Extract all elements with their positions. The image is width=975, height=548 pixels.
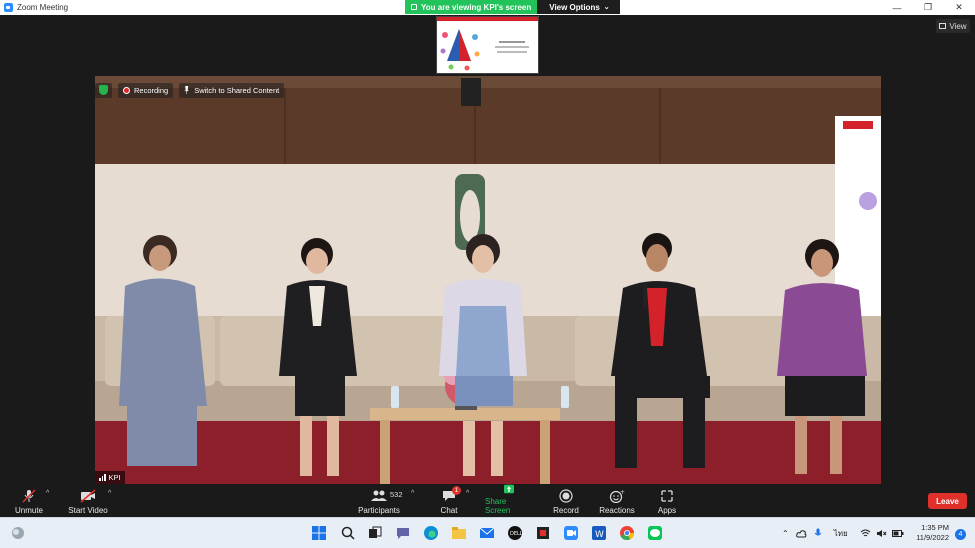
start-menu-icon[interactable] bbox=[311, 525, 327, 541]
video-frame bbox=[95, 76, 881, 484]
notification-badge[interactable]: 4 bbox=[955, 529, 966, 540]
share-screen-button[interactable]: Share Screen bbox=[485, 484, 533, 517]
apps-icon bbox=[661, 490, 673, 502]
reactions-label: Reactions bbox=[599, 506, 635, 515]
participant-name: KPI bbox=[108, 473, 121, 482]
maximize-button[interactable]: ❐ bbox=[913, 0, 943, 15]
audio-options-caret[interactable]: ^ bbox=[46, 490, 49, 497]
widgets-icon[interactable] bbox=[11, 526, 25, 540]
unmute-button[interactable]: Unmute bbox=[14, 484, 44, 517]
view-layout-button[interactable]: View bbox=[936, 19, 970, 33]
clock-time: 1:35 PM bbox=[921, 523, 949, 532]
battery-icon[interactable] bbox=[891, 529, 904, 538]
participants-icon bbox=[371, 490, 387, 501]
screen-share-icon bbox=[411, 4, 417, 10]
volume-icon[interactable] bbox=[876, 529, 887, 538]
clock-date: 11/9/2022 bbox=[916, 533, 949, 542]
start-video-label: Start Video bbox=[68, 506, 108, 515]
word-icon[interactable]: W bbox=[591, 525, 607, 541]
window-title: Zoom Meeting bbox=[17, 3, 69, 12]
chat-options-caret[interactable]: ^ bbox=[466, 490, 469, 497]
video-options-caret[interactable]: ^ bbox=[108, 490, 111, 497]
leave-button[interactable]: Leave bbox=[928, 493, 967, 509]
svg-text:DELL: DELL bbox=[510, 531, 523, 537]
chevron-up-icon[interactable]: ⌃ bbox=[782, 529, 789, 538]
zoom-window: Zoom Meeting — ❐ ✕ You are viewing KPI's… bbox=[0, 0, 975, 548]
line-app-icon[interactable] bbox=[647, 525, 663, 541]
microphone-muted-icon bbox=[22, 489, 36, 503]
record-icon bbox=[559, 489, 573, 503]
svg-text:W: W bbox=[595, 530, 604, 540]
thumbnail-content bbox=[440, 29, 529, 71]
file-explorer-icon[interactable] bbox=[451, 525, 467, 541]
unmute-label: Unmute bbox=[14, 506, 43, 515]
chat-label: Chat bbox=[440, 506, 458, 515]
reactions-icon: + bbox=[609, 489, 625, 503]
shared-screen-thumbnail[interactable] bbox=[436, 16, 539, 74]
pin-icon bbox=[184, 86, 190, 94]
viewing-status-text: You are viewing KPI's screen bbox=[421, 2, 532, 12]
apps-label: Apps bbox=[657, 506, 677, 515]
participants-button[interactable]: Participants bbox=[358, 484, 400, 517]
switch-to-shared-content-button[interactable]: Switch to Shared Content bbox=[179, 82, 285, 98]
participants-options-caret[interactable]: ^ bbox=[411, 490, 414, 497]
teams-chat-icon[interactable] bbox=[395, 525, 411, 541]
view-label: View bbox=[949, 21, 967, 31]
share-screen-label: Share Screen bbox=[485, 497, 511, 515]
participants-count: 532 bbox=[390, 490, 403, 499]
signal-bars-icon bbox=[99, 474, 106, 481]
minimize-button[interactable]: — bbox=[882, 0, 912, 15]
mail-icon[interactable] bbox=[479, 525, 495, 541]
shield-icon bbox=[99, 85, 108, 95]
close-button[interactable]: ✕ bbox=[944, 0, 974, 15]
share-screen-icon bbox=[504, 484, 514, 494]
zoom-taskbar-icon[interactable] bbox=[563, 525, 579, 541]
edge-browser-icon[interactable] bbox=[423, 525, 439, 541]
reactions-button[interactable]: + Reactions bbox=[598, 484, 636, 517]
grid-view-icon bbox=[939, 23, 947, 29]
share-banner: You are viewing KPI's screen View Option… bbox=[405, 0, 620, 14]
video-off-icon bbox=[80, 489, 96, 503]
title-bar: Zoom Meeting — ❐ ✕ You are viewing KPI's… bbox=[0, 0, 975, 15]
system-clock[interactable]: 1:35 PM 11/9/2022 bbox=[916, 523, 949, 543]
chrome-icon[interactable] bbox=[619, 525, 635, 541]
participant-name-tag: KPI bbox=[95, 471, 125, 484]
microphone-icon[interactable] bbox=[814, 528, 822, 539]
start-video-button[interactable]: Start Video bbox=[68, 484, 108, 517]
cloud-icon[interactable] bbox=[795, 529, 807, 538]
recording-icon bbox=[123, 86, 130, 94]
participants-label: Participants bbox=[358, 506, 400, 515]
encryption-shield[interactable] bbox=[95, 82, 112, 98]
record-label: Record bbox=[553, 506, 579, 515]
video-status-bar: Recording Switch to Shared Content bbox=[95, 82, 285, 98]
task-view-icon[interactable] bbox=[367, 525, 383, 541]
language-indicator[interactable]: ไทย bbox=[834, 527, 848, 540]
viewing-status: You are viewing KPI's screen bbox=[405, 0, 538, 14]
view-options-button[interactable]: View Options ⌄ bbox=[537, 0, 620, 14]
snipping-tool-icon[interactable] bbox=[535, 525, 551, 541]
chat-badge: 1 bbox=[452, 486, 461, 495]
wifi-icon[interactable] bbox=[860, 529, 871, 538]
svg-text:+: + bbox=[620, 489, 625, 496]
meeting-toolbar: Unmute ^ Start Video ^ Participants 532 … bbox=[0, 484, 975, 517]
windows-taskbar: DELL W ⌃ ไทย 1:35 PM 11/9/2022 4 bbox=[0, 517, 975, 548]
system-tray: ⌃ ไทย bbox=[782, 518, 904, 548]
dell-icon[interactable]: DELL bbox=[507, 525, 523, 541]
apps-button[interactable]: Apps bbox=[656, 484, 678, 517]
search-icon[interactable] bbox=[340, 525, 356, 541]
record-button[interactable]: Record bbox=[552, 484, 580, 517]
switch-label: Switch to Shared Content bbox=[194, 85, 280, 95]
recording-indicator[interactable]: Recording bbox=[118, 82, 174, 98]
view-options-label: View Options bbox=[549, 2, 600, 12]
zoom-app-icon bbox=[4, 3, 13, 12]
recording-label: Recording bbox=[134, 85, 169, 95]
chevron-down-icon: ⌄ bbox=[603, 4, 610, 11]
speaker-video bbox=[95, 76, 881, 484]
meeting-stage: View Recording Switch to Shared Content … bbox=[0, 15, 975, 484]
